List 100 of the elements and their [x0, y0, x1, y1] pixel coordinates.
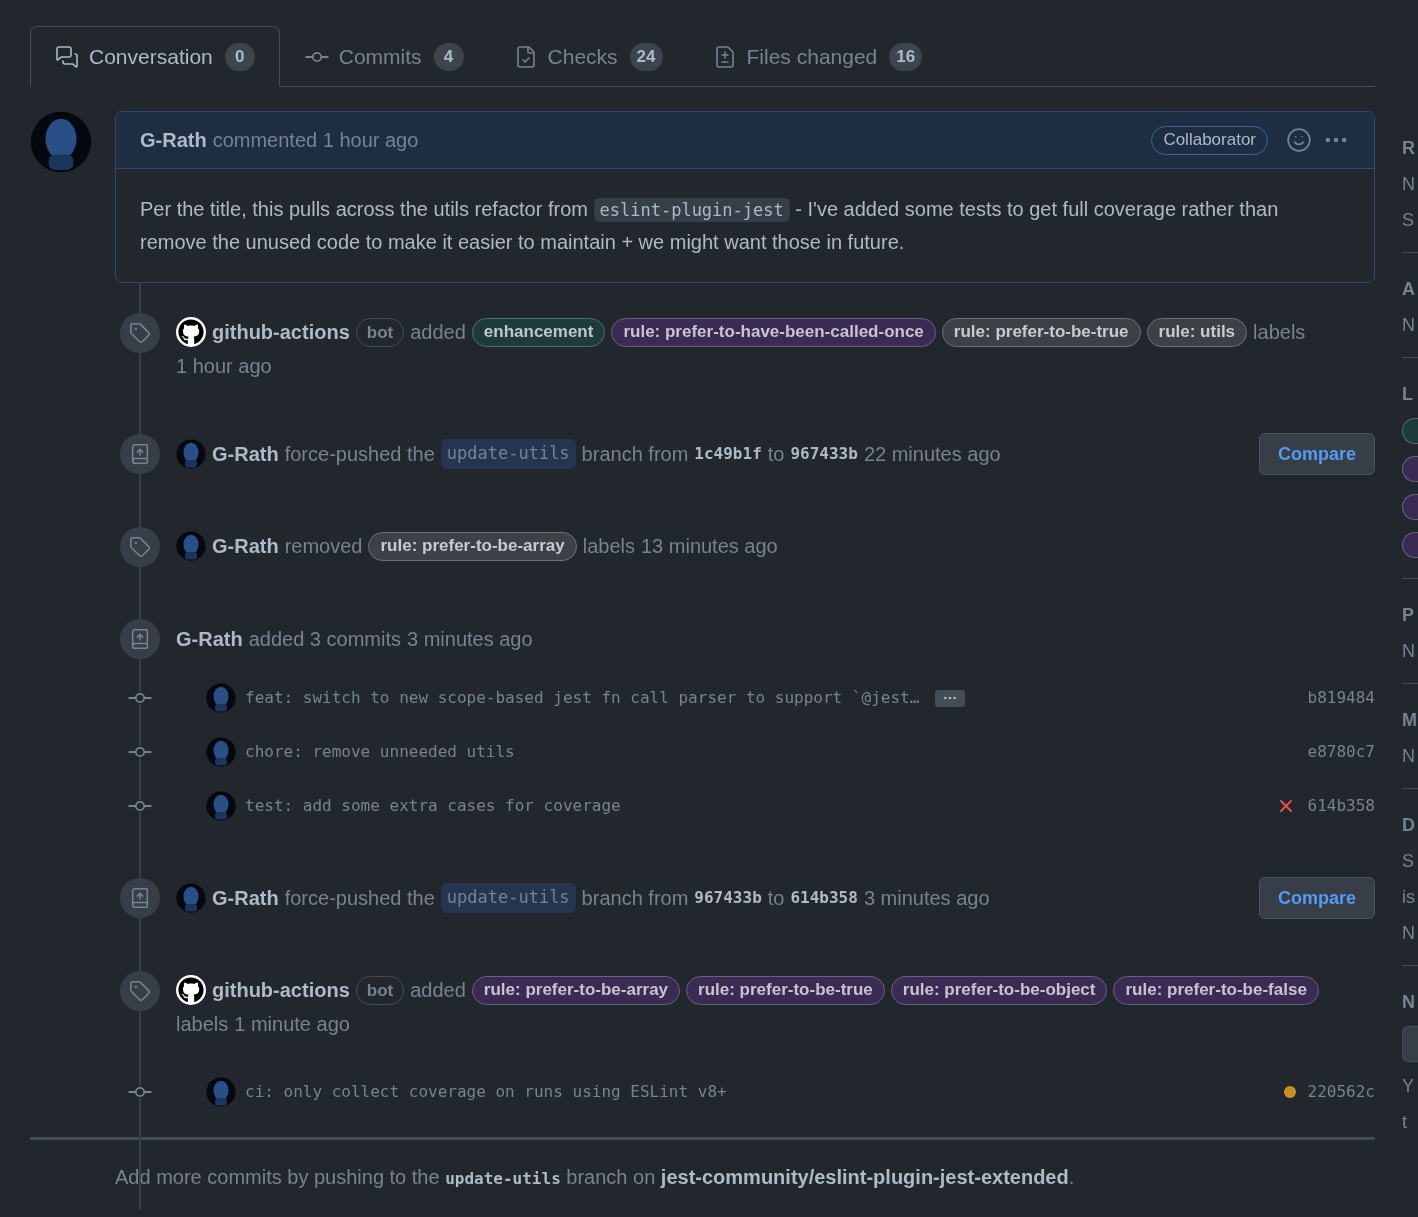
sidebar-heading: L [1402, 383, 1414, 406]
compare-button[interactable]: Compare [1258, 877, 1375, 919]
sidebar-label[interactable] [1402, 418, 1418, 444]
label-tag[interactable]: rule: prefer-to-be-false [1113, 975, 1319, 1005]
event-text: added [410, 978, 466, 1003]
sidebar-heading: P [1402, 604, 1415, 627]
avatar [30, 111, 92, 173]
user-link[interactable]: G-Rath [212, 439, 279, 469]
commit-hash[interactable]: 967433b [790, 442, 858, 466]
sidebar-text: N [1402, 922, 1416, 945]
sidebar-text: t [1402, 1111, 1408, 1134]
compare-button[interactable]: Compare [1258, 433, 1375, 475]
user-link[interactable]: G-Rath [212, 883, 279, 913]
event-text: labels [1253, 320, 1306, 345]
label-tag[interactable]: rule: prefer-to-be-true [686, 975, 885, 1005]
event-text: added [410, 320, 466, 345]
label-tag[interactable]: rule: prefer-to-have-been-called-once [611, 317, 936, 347]
sidebar-label[interactable] [1402, 456, 1418, 482]
event-text: removed [284, 534, 363, 559]
user-link[interactable]: G-Rath [212, 531, 279, 561]
commit-icon [128, 800, 152, 812]
sidebar-text: S [1402, 209, 1415, 232]
label-tag[interactable]: rule: prefer-to-be-true [941, 317, 1141, 347]
author-link[interactable]: G-Rath [140, 125, 207, 155]
event-time[interactable]: 22 minutes ago [863, 439, 1001, 469]
label-tag[interactable]: rule: prefer-to-be-array [368, 531, 577, 561]
commit-sha[interactable]: 220562c [1307, 1080, 1375, 1104]
sidebar-text: N [1402, 173, 1416, 196]
commit-message[interactable]: feat: switch to new scope-based jest fn call parser to support `@jest… [245, 686, 920, 710]
sidebar-text: S [1402, 850, 1415, 873]
commit-message[interactable]: ci: only collect coverage on runs using ESLint v8+ [245, 1080, 727, 1104]
commit-hash[interactable]: 1c49b1f [694, 442, 762, 466]
commit-sha[interactable]: e8780c7 [1307, 740, 1375, 764]
expand-button[interactable] [935, 689, 966, 707]
event-time[interactable]: 1 minute ago [234, 1009, 350, 1039]
tab[interactable]: Conversation 0 [30, 26, 280, 87]
sidebar-heading: A [1402, 278, 1416, 301]
commit-icon [304, 50, 329, 63]
user-link[interactable]: github-actions [212, 975, 350, 1005]
repo-link[interactable]: jest-community/eslint-plugin-jest-extended [660, 1166, 1069, 1188]
sidebar-heading: M [1402, 709, 1418, 732]
tab[interactable]: Checks 24 [488, 26, 688, 87]
label-tag[interactable]: rule: prefer-to-be-array [471, 975, 681, 1005]
commit-hash[interactable]: 967433b [694, 886, 762, 910]
label-tag[interactable]: rule: prefer-to-be-object [890, 975, 1108, 1005]
count-badge: 16 [889, 42, 923, 71]
commit-hash[interactable]: 614b358 [790, 886, 858, 910]
tab[interactable]: Files changed 16 [687, 26, 948, 87]
sidebar-text: N [1402, 640, 1416, 663]
sidebar-label[interactable] [1402, 532, 1418, 558]
avatar [206, 1077, 236, 1107]
sidebar-text: N [1402, 745, 1416, 768]
event-text: labels [176, 1012, 229, 1037]
count-badge: 0 [224, 42, 255, 71]
commit-icon [128, 692, 152, 704]
commit-sha[interactable]: b819484 [1307, 686, 1375, 710]
event-text: force-pushed the [284, 442, 435, 467]
avatar [176, 883, 206, 913]
event-text: force-pushed the [284, 886, 435, 911]
avatar [176, 439, 206, 469]
event-text: branch from [581, 442, 689, 467]
label-tag[interactable]: rule: utils [1146, 317, 1248, 347]
branch-name[interactable]: update-utils [440, 439, 576, 469]
user-link[interactable]: github-actions [212, 317, 350, 347]
event-text: branch from [581, 886, 689, 911]
avatar [176, 531, 206, 561]
avatar [206, 683, 236, 713]
commit-message[interactable]: chore: remove unneeded utils [245, 740, 515, 764]
branch-name[interactable]: update-utils [440, 883, 576, 913]
emoji-icon[interactable] [1286, 127, 1312, 153]
avatar [206, 791, 236, 821]
event-text: labels [582, 534, 635, 559]
sidebar-text: N [1402, 314, 1416, 337]
sidebar-heading: N [1402, 991, 1416, 1014]
comment-body: Per the title, this pulls across the utils refactor from eslint-plugin-jest - I've added some tests to get full coverage rather than remove the unused code to make it easier to maintain + we might want those in future. [139, 197, 1280, 255]
github-logo-icon [176, 975, 206, 1005]
label-tag[interactable]: enhancement [471, 317, 606, 347]
count-badge: 24 [629, 42, 663, 71]
user-link[interactable]: G-Rath [176, 624, 243, 654]
sidebar-text: Y [1402, 1075, 1415, 1098]
event-text: to [767, 442, 785, 467]
event-time[interactable]: 13 minutes ago [640, 531, 778, 561]
event-text: to [767, 886, 785, 911]
avatar [206, 737, 236, 767]
event-text: added 3 commits [248, 627, 401, 652]
sidebar-text: is [1402, 886, 1416, 909]
event-time[interactable]: 1 hour ago [176, 351, 272, 381]
event-time[interactable]: 3 minutes ago [406, 624, 533, 654]
event-time[interactable]: 3 minutes ago [863, 883, 990, 913]
github-logo-icon [176, 317, 206, 347]
commit-icon [128, 746, 152, 758]
commit-sha[interactable]: 614b358 [1307, 794, 1375, 818]
sidebar-heading: D [1402, 814, 1416, 837]
sidebar-label[interactable] [1402, 494, 1418, 520]
tab[interactable]: Commits 4 [279, 26, 489, 87]
comment-meta: commented 1 hour ago [212, 128, 419, 153]
sidebar-heading: R [1402, 137, 1416, 160]
commit-message[interactable]: test: add some extra cases for coverage [245, 794, 621, 818]
footer-text: Add more commits by pushing to the update-utils branch on jest-community/eslint-plugin-jest-extended. [114, 1165, 1076, 1190]
commit-icon [128, 1086, 152, 1098]
